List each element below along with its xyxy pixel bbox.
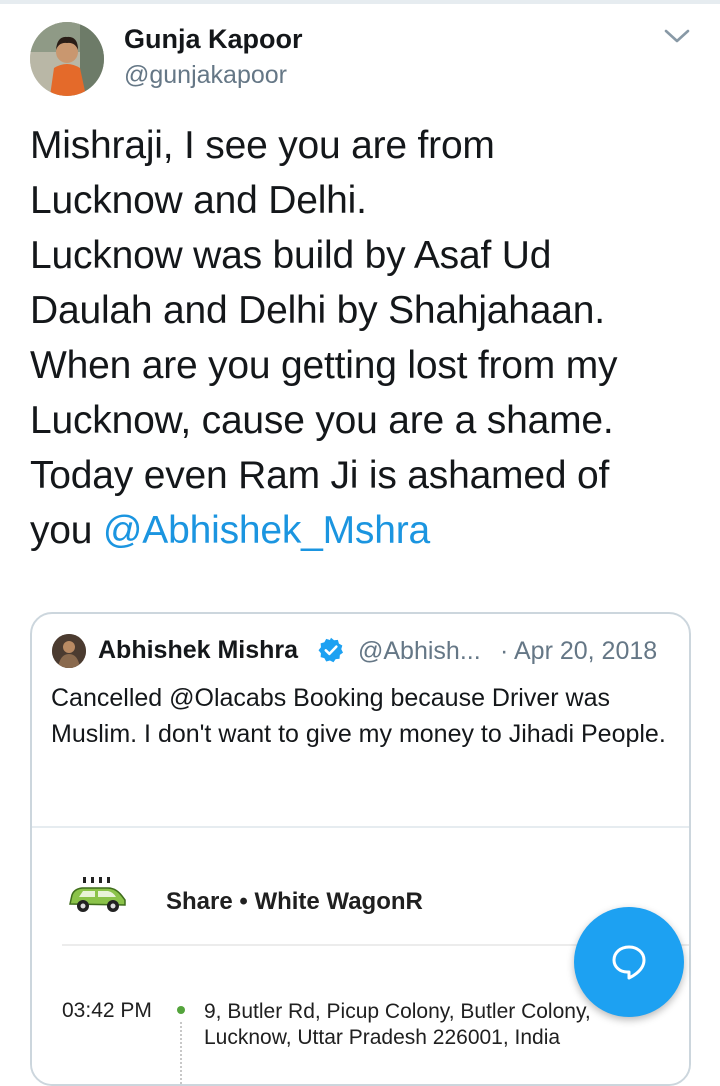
author-handle[interactable]: @gunjakapoor: [124, 61, 287, 90]
author-avatar[interactable]: [30, 22, 104, 96]
meta-separator: ·: [500, 637, 509, 665]
ride-type-label: Share • White WagonR: [166, 888, 423, 915]
pickup-dot-icon: [177, 1006, 185, 1014]
quoted-author-avatar[interactable]: [52, 634, 86, 668]
quoted-author-name[interactable]: Abhishek Mishra: [98, 636, 298, 665]
quoted-tweet-card[interactable]: Abhishek Mishra @Abhish... · Apr 20, 201…: [30, 612, 691, 1086]
top-divider: [0, 0, 720, 4]
tweet-text: Mishraji, I see you are from Lucknow and…: [30, 118, 710, 558]
author-name[interactable]: Gunja Kapoor: [124, 24, 303, 55]
author-avatar-image: [30, 22, 104, 96]
compose-reply-button[interactable]: [574, 907, 684, 1017]
chevron-down-icon[interactable]: [664, 28, 690, 44]
quoted-tweet-date[interactable]: Apr 20, 2018: [514, 637, 657, 666]
verified-badge-icon: [318, 637, 344, 663]
quoted-tweet-text: Cancelled @Olacabs Booking because Drive…: [51, 684, 666, 748]
quoted-avatar-image: [52, 634, 86, 668]
car-icon: [69, 877, 126, 912]
quoted-author-handle[interactable]: @Abhish...: [358, 637, 481, 666]
compose-reply-icon: [612, 945, 646, 980]
pickup-time: 03:42 PM: [62, 999, 152, 1022]
mention-link[interactable]: @Abhishek_Mshra: [103, 509, 430, 552]
tweet-body: Mishraji, I see you are from Lucknow and…: [30, 124, 618, 552]
route-line: [180, 1022, 184, 1084]
